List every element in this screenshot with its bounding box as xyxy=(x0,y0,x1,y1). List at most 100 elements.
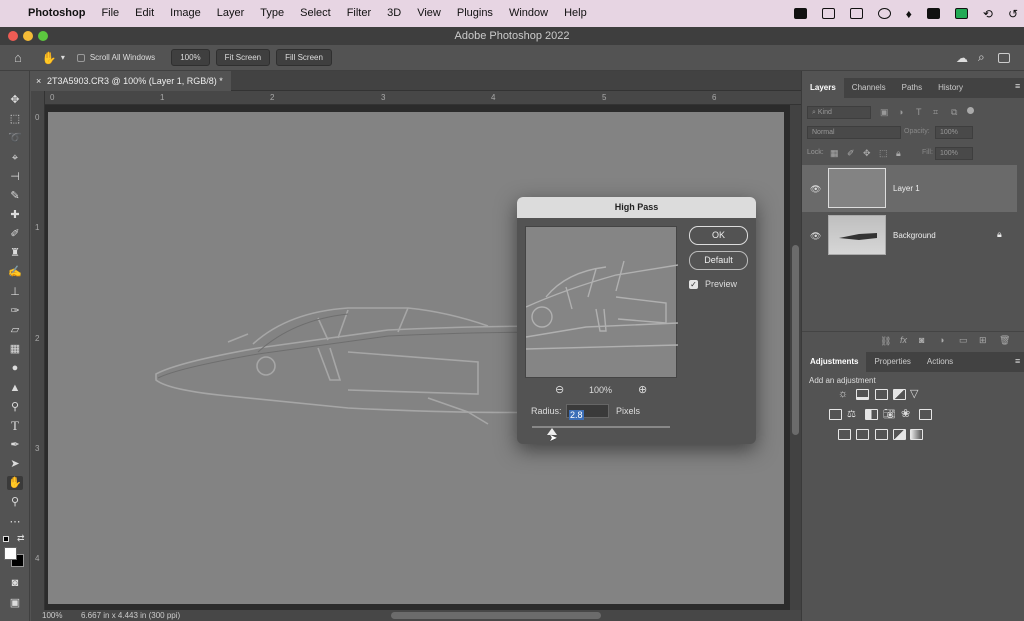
selective-color-icon[interactable] xyxy=(893,429,906,440)
photo-filter-icon[interactable]: 📷︎ xyxy=(883,409,896,420)
filter-toggle-icon[interactable] xyxy=(967,107,974,114)
more-tools-icon[interactable]: ⋯ xyxy=(7,515,23,529)
curves-icon[interactable] xyxy=(875,389,888,400)
menu-edit[interactable]: Edit xyxy=(127,0,162,27)
filter-shape-icon[interactable]: ⌗ xyxy=(933,107,938,118)
hand-tool-active-icon[interactable]: ✋ xyxy=(7,476,23,490)
history-brush-tool-icon[interactable]: ✍ xyxy=(7,265,23,279)
channel-mixer-icon[interactable]: ❀ xyxy=(901,409,914,420)
new-adjustment-layer-icon[interactable]: ◑ xyxy=(939,335,944,345)
chevron-down-icon[interactable]: ▾ xyxy=(61,53,65,62)
panel-menu-icon[interactable]: ≡ xyxy=(1015,356,1020,366)
clone-stamp-tool-icon[interactable]: ♜ xyxy=(7,246,23,260)
zoom-level-button[interactable]: 100% xyxy=(171,49,210,66)
tab-channels[interactable]: Channels xyxy=(844,78,894,98)
posterize-icon[interactable] xyxy=(856,429,869,440)
history-icon[interactable]: ↺ xyxy=(1008,7,1018,21)
home-icon[interactable]: ⌂ xyxy=(14,50,22,65)
levels-icon[interactable] xyxy=(856,389,869,400)
default-colors-icon[interactable] xyxy=(3,536,9,542)
quick-mask-icon[interactable]: ◙ xyxy=(7,576,23,590)
status-doc-info[interactable]: 6.667 in x 4.443 in (300 ppi) xyxy=(81,610,180,621)
close-tab-icon[interactable]: × xyxy=(36,71,41,91)
menu-filter[interactable]: Filter xyxy=(339,0,379,27)
battery-app-icon[interactable] xyxy=(954,8,968,19)
hand-tool-icon[interactable]: ✋ xyxy=(42,51,57,65)
flame-icon[interactable]: ♦ xyxy=(906,7,912,21)
tab-properties[interactable]: Properties xyxy=(866,352,918,372)
invert-icon[interactable] xyxy=(838,429,851,440)
direct-select-tool-icon[interactable]: ➤ xyxy=(7,457,23,471)
filter-adjustment-icon[interactable]: ◑ xyxy=(898,107,903,117)
menu-window[interactable]: Window xyxy=(501,0,556,27)
blur-tool-icon[interactable]: ● xyxy=(7,361,23,375)
video-record-icon[interactable] xyxy=(793,8,807,19)
lock-all-icon[interactable]: 🔒︎ xyxy=(896,148,901,159)
tab-actions[interactable]: Actions xyxy=(919,352,961,372)
info-circle-icon[interactable] xyxy=(877,8,891,19)
marquee-tool-icon[interactable]: ⬚ xyxy=(7,112,23,126)
link-layers-icon[interactable]: ⛓︎ xyxy=(880,336,891,347)
color-lookup-icon[interactable] xyxy=(919,409,932,420)
zoom-tool-icon[interactable]: ⚲ xyxy=(7,495,23,509)
lasso-tool-icon[interactable]: ➰ xyxy=(7,131,23,145)
color-balance-icon[interactable]: ⚖ xyxy=(847,409,860,420)
filter-pixel-icon[interactable]: ▣ xyxy=(880,107,889,118)
gradient-map-icon[interactable] xyxy=(910,429,923,440)
delete-layer-icon[interactable]: 🗑︎ xyxy=(999,335,1010,346)
zoom-in-icon[interactable]: ⊕ xyxy=(638,383,647,396)
screen-mirror-icon[interactable] xyxy=(849,8,863,19)
preview-checkbox[interactable]: ✓ xyxy=(689,280,698,289)
menu-type[interactable]: Type xyxy=(252,0,292,27)
vibrance-icon[interactable]: ▽ xyxy=(910,389,923,400)
path-select-tool-icon[interactable]: ✒ xyxy=(7,438,23,452)
layer-row-layer1[interactable]: 👁︎ Layer 1 xyxy=(802,165,1017,212)
brush-tool-icon[interactable]: ✐ xyxy=(7,227,23,241)
eraser-tool-icon[interactable]: ▱ xyxy=(7,323,23,337)
tab-paths[interactable]: Paths xyxy=(894,78,930,98)
menu-3d[interactable]: 3D xyxy=(379,0,409,27)
filter-smart-object-icon[interactable]: ⧉ xyxy=(951,107,957,118)
eyedropper-tool-icon[interactable]: ✎ xyxy=(7,189,23,203)
status-zoom[interactable]: 100% xyxy=(42,610,62,621)
fx-icon[interactable]: fx xyxy=(900,335,907,345)
menu-help[interactable]: Help xyxy=(556,0,595,27)
menu-file[interactable]: File xyxy=(93,0,127,27)
threshold-icon[interactable] xyxy=(875,429,888,440)
zoom-out-icon[interactable]: ⊖ xyxy=(555,383,564,396)
crop-tool-icon[interactable]: ⊣ xyxy=(7,170,23,184)
move-tool-icon[interactable]: ✥ xyxy=(7,93,23,107)
hue-saturation-icon[interactable] xyxy=(829,409,842,420)
swap-colors-icon[interactable]: ⇄ xyxy=(17,533,25,544)
add-mask-icon[interactable]: ◙ xyxy=(919,335,924,345)
layer-kind-filter[interactable]: ⌕ Kind xyxy=(807,106,871,119)
menu-select[interactable]: Select xyxy=(292,0,339,27)
menu-plugins[interactable]: Plugins xyxy=(449,0,501,27)
exposure-icon[interactable] xyxy=(893,389,906,400)
document-tab[interactable]: × 2T3A5903.CR3 @ 100% (Layer 1, RGB/8) * xyxy=(31,71,231,91)
new-group-icon[interactable]: ▭ xyxy=(959,335,968,346)
ok-button[interactable]: OK xyxy=(689,226,748,245)
scrollbar-thumb[interactable] xyxy=(792,245,799,435)
lock-transparent-icon[interactable]: ▦ xyxy=(830,148,839,159)
blend-mode-select[interactable]: Normal xyxy=(807,126,901,139)
vertical-scrollbar[interactable] xyxy=(790,105,801,610)
tab-layers[interactable]: Layers xyxy=(802,78,844,98)
menu-layer[interactable]: Layer xyxy=(209,0,253,27)
visibility-eye-icon[interactable]: 👁︎ xyxy=(810,231,821,242)
radius-input[interactable]: 2.8 xyxy=(566,404,609,420)
stamp-tool-icon[interactable]: ⊥ xyxy=(7,285,23,299)
scroll-all-checkbox[interactable] xyxy=(76,53,85,62)
lock-pixels-icon[interactable]: ✐ xyxy=(847,148,855,159)
activity-icon[interactable] xyxy=(926,8,940,19)
pen-tool-icon[interactable]: ⚲ xyxy=(7,400,23,414)
tab-adjustments[interactable]: Adjustments xyxy=(802,352,867,372)
close-window-button[interactable] xyxy=(8,31,18,41)
workspace-icon[interactable] xyxy=(998,52,1010,63)
art-history-brush-icon[interactable]: ✑ xyxy=(7,304,23,318)
tab-history[interactable]: History xyxy=(930,78,971,98)
menu-app-name[interactable]: Photoshop xyxy=(20,0,93,27)
visibility-eye-icon[interactable]: 👁︎ xyxy=(810,184,821,195)
lock-position-icon[interactable]: ✥ xyxy=(863,148,871,159)
filter-preview[interactable] xyxy=(525,226,679,378)
